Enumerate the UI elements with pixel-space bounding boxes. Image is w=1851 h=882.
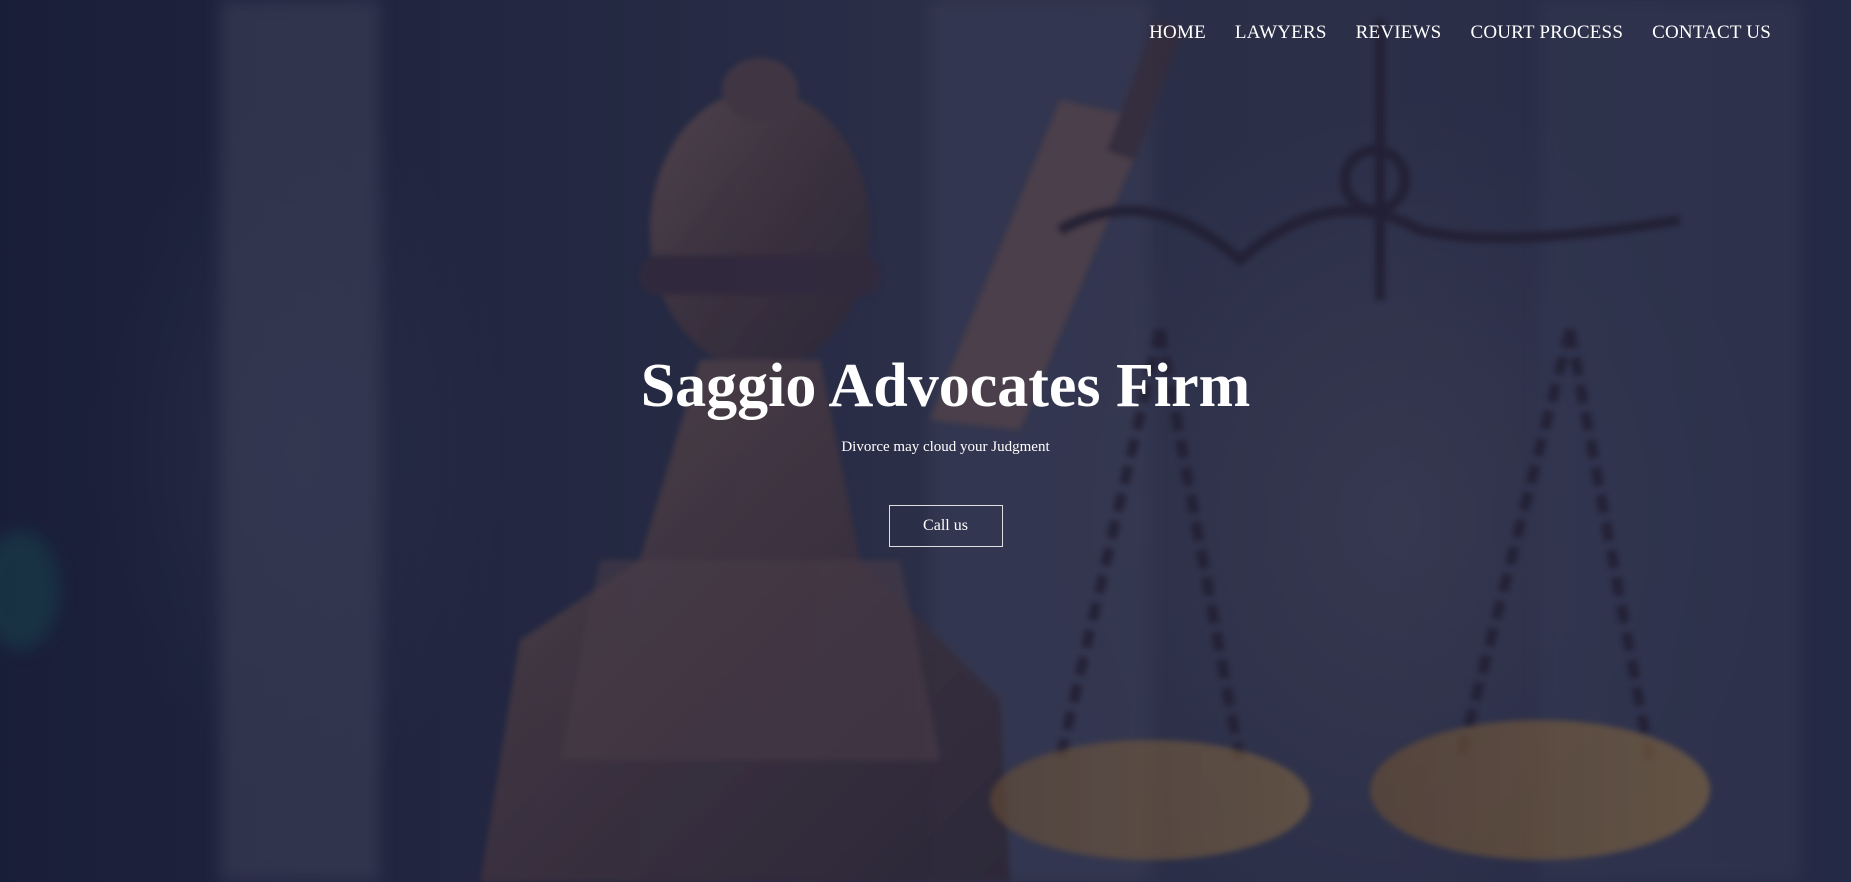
nav-reviews[interactable]: REVIEWS <box>1356 22 1442 44</box>
top-navigation: HOME LAWYERS REVIEWS COURT PROCESS CONTA… <box>1149 22 1771 44</box>
hero-content: Saggio Advocates Firm Divorce may cloud … <box>0 345 1851 547</box>
hero-section: HOME LAWYERS REVIEWS COURT PROCESS CONTA… <box>0 0 1851 882</box>
call-us-button[interactable]: Call us <box>888 505 1003 547</box>
nav-contact-us[interactable]: CONTACT US <box>1652 22 1771 44</box>
nav-home[interactable]: HOME <box>1149 22 1206 44</box>
nav-court-process[interactable]: COURT PROCESS <box>1470 22 1623 44</box>
hero-title: Saggio Advocates Firm <box>640 352 1251 420</box>
hero-subtitle: Divorce may cloud your Judgment <box>841 439 1050 455</box>
nav-lawyers[interactable]: LAWYERS <box>1235 22 1327 44</box>
